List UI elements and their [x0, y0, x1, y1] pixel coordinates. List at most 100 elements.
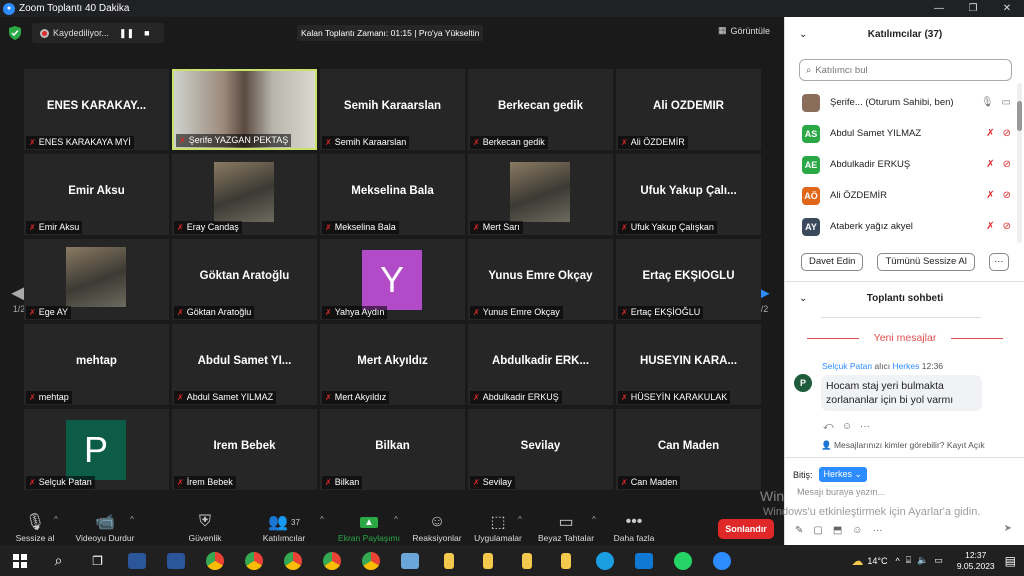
battery-icon[interactable]: ▭ — [934, 555, 943, 566]
participant-tile[interactable]: Ali ÖZDEMİR ✗ Ali ÖZDEMİR — [616, 69, 761, 150]
chrome-2-icon[interactable] — [234, 545, 273, 576]
participant-row[interactable]: Şerife... (Oturum Sahibi, ben) 🎙 ▭ — [785, 87, 1017, 118]
tray-chevron-icon[interactable]: ^ — [895, 556, 899, 566]
message-sender[interactable]: Selçuk Patan — [822, 361, 872, 371]
participant-tile[interactable]: Abdul Samet YI... ✗ Abdul Samet YILMAZ — [172, 324, 317, 405]
minimize-button[interactable]: — — [922, 3, 956, 14]
notifications-icon[interactable]: ▤ — [1005, 554, 1016, 568]
collapse-chevron-icon[interactable]: ⌄ — [799, 29, 807, 40]
participant-tile[interactable]: P ✗ Selçuk Patan — [24, 409, 169, 490]
start-windows-icon[interactable] — [0, 545, 39, 576]
task-view-icon[interactable]: ❐ — [78, 545, 117, 576]
invite-button[interactable]: Davet Edin — [801, 253, 864, 271]
restore-button[interactable]: ❐ — [956, 3, 990, 14]
apps-button[interactable]: ⬚ Uygulamalar ^ — [472, 511, 524, 543]
participant-tile[interactable]: Mekselina Bala ✗ Mekselina Bala — [320, 154, 465, 235]
participant-tile[interactable]: ENES KARAKAY... ✗ ENES KARAKAYA MYİ — [24, 69, 169, 150]
remaining-time-banner[interactable]: Kalan Toplantı Zamanı: 01:15 | Pro'ya Yü… — [297, 25, 484, 41]
stop-video-button[interactable]: 📹 Videoyu Durdur ^ — [72, 511, 138, 543]
security-shield-icon[interactable] — [9, 26, 21, 40]
participant-tile[interactable]: Y ✗ Yahya Aydın — [320, 239, 465, 320]
participant-tile[interactable]: Mert Akyıldız ✗ Mert Akyıldız — [320, 324, 465, 405]
format-icon[interactable]: ✎ — [795, 525, 803, 536]
video-options-chevron-icon[interactable]: ^ — [130, 515, 134, 524]
reactions-button[interactable]: ☺ Reaksiyonlar — [412, 511, 462, 543]
participant-tile[interactable]: Bilkan ✗ Bilkan — [320, 409, 465, 490]
close-button[interactable]: ✕ — [990, 3, 1024, 14]
participant-tile[interactable]: Yunus Emre Okçay ✗ Yunus Emre Okçay — [468, 239, 613, 320]
message-more-icon[interactable]: ··· — [860, 421, 870, 432]
volume-icon[interactable]: 🔈 — [917, 555, 928, 566]
zoom-taskbar-icon[interactable] — [702, 545, 741, 576]
chat-collapse-chevron-icon[interactable]: ⌄ — [799, 293, 807, 304]
folder-3-icon[interactable] — [507, 545, 546, 576]
word-app-2-icon[interactable] — [156, 545, 195, 576]
reply-icon[interactable]: ⤺ — [823, 421, 834, 432]
participant-tile[interactable]: ✗ Ege AY — [24, 239, 169, 320]
chat-more-icon[interactable]: ··· — [873, 525, 883, 536]
folder-4-icon[interactable] — [546, 545, 585, 576]
network-icon[interactable]: ⌸ — [906, 555, 911, 566]
mail-icon[interactable] — [624, 545, 663, 576]
stop-recording-button[interactable]: ■ — [144, 28, 149, 38]
participant-row[interactable]: AS Abdul Samet YILMAZ ✗ ⊘ — [785, 118, 1017, 149]
file-explorer-icon[interactable] — [390, 545, 429, 576]
participant-tile[interactable]: Can Maden ✗ Can Maden — [616, 409, 761, 490]
participant-tile[interactable]: Ufuk Yakup Çalı... ✗ Ufuk Yakup Çalışkan — [616, 154, 761, 235]
scrollbar-thumb[interactable] — [1017, 101, 1022, 131]
participants-scrollbar[interactable] — [1017, 83, 1022, 243]
security-button[interactable]: ⛨ Güvenlik — [184, 511, 226, 543]
participant-tile[interactable]: Göktan Aratoğlu ✗ Göktan Aratoğlu — [172, 239, 317, 320]
participants-button[interactable]: 👥 37 Katılımcılar ^ — [258, 511, 324, 543]
participant-tile[interactable]: Sevilay ✗ Sevilay — [468, 409, 613, 490]
chrome-5-icon[interactable] — [351, 545, 390, 576]
pause-recording-button[interactable]: ❚❚ — [119, 28, 134, 39]
share-screen-button[interactable]: ▲ Ekran Paylaşımı ^ — [338, 511, 400, 543]
participant-tile[interactable]: ✗ Eray Candaş — [172, 154, 317, 235]
search-icon[interactable]: ⌕ — [39, 545, 78, 576]
participant-tile[interactable]: Semih Karaarslan ✗ Semih Karaarslan — [320, 69, 465, 150]
participant-tile[interactable]: ✗ Şerife YAZGAN PEKTAŞ — [172, 69, 317, 150]
mute-options-chevron-icon[interactable]: ^ — [54, 515, 58, 524]
participant-row[interactable]: AÖ Ali ÖZDEMİR ✗ ⊘ — [785, 180, 1017, 211]
whatsapp-icon[interactable] — [663, 545, 702, 576]
send-to-dropdown[interactable]: Herkes ⌄ — [818, 467, 868, 482]
weather-icon[interactable]: ☁ — [851, 554, 863, 568]
participant-tile[interactable]: HÜSEYİN KARA... ✗ HÜSEYİN KARAKULAK — [616, 324, 761, 405]
participant-tile[interactable]: Berkecan gedik ✗ Berkecan gedik — [468, 69, 613, 150]
folder-1-icon[interactable] — [429, 545, 468, 576]
folder-2-icon[interactable] — [468, 545, 507, 576]
view-button[interactable]: ▦ Görüntüle — [718, 25, 770, 36]
whiteboard-options-chevron-icon[interactable]: ^ — [592, 515, 596, 524]
emoji-icon[interactable]: ☺ — [852, 525, 862, 536]
file-icon[interactable]: ▢ — [813, 525, 822, 536]
send-icon[interactable]: ➤ — [1004, 523, 1012, 534]
participant-tile[interactable]: İrem Bebek ✗ İrem Bebek — [172, 409, 317, 490]
screenshot-icon[interactable]: ⬒ — [833, 525, 842, 536]
participant-tile[interactable]: mehtap ✗ mehtap — [24, 324, 169, 405]
chat-privacy-notice[interactable]: 👤 Mesajlarınızı kimler görebilir? Kayıt … — [821, 440, 985, 451]
participant-search[interactable]: ⌕ — [799, 59, 1012, 81]
participant-search-input[interactable] — [815, 64, 996, 76]
end-meeting-button[interactable]: Sonlandır — [718, 519, 774, 539]
chrome-1-icon[interactable] — [195, 545, 234, 576]
participant-tile[interactable]: Abdulkadir ERK... ✗ Abdulkadir ERKUŞ — [468, 324, 613, 405]
more-button[interactable]: ••• Daha fazla — [612, 511, 656, 543]
participant-tile[interactable]: Emir Aksu ✗ Emir Aksu — [24, 154, 169, 235]
participant-row[interactable]: AE Abdulkadir ERKUŞ ✗ ⊘ — [785, 149, 1017, 180]
mute-button[interactable]: 🎙 Sessize al ^ — [14, 511, 58, 543]
participants-options-chevron-icon[interactable]: ^ — [320, 515, 324, 524]
mute-all-button[interactable]: Tümünü Sessize Al — [877, 253, 975, 271]
taskbar-clock[interactable]: 12:37 9.05.2023 — [957, 550, 995, 572]
whiteboards-button[interactable]: ▭ Beyaz Tahtalar ^ — [536, 511, 596, 543]
participant-row[interactable]: AY Ataberk yağız akyel ✗ ⊘ — [785, 211, 1017, 242]
share-options-chevron-icon[interactable]: ^ — [394, 515, 398, 524]
participants-more-button[interactable]: ··· — [988, 253, 1009, 271]
edge-icon[interactable] — [585, 545, 624, 576]
participant-tile[interactable]: Ertaç EKŞİOĞLU ✗ Ertaç EKŞİOĞLU — [616, 239, 761, 320]
participant-tile[interactable]: ✗ Mert Sarı — [468, 154, 613, 235]
apps-options-chevron-icon[interactable]: ^ — [518, 515, 522, 524]
chrome-4-icon[interactable] — [312, 545, 351, 576]
word-app-icon[interactable] — [117, 545, 156, 576]
add-reaction-icon[interactable]: ☺ — [842, 421, 852, 432]
